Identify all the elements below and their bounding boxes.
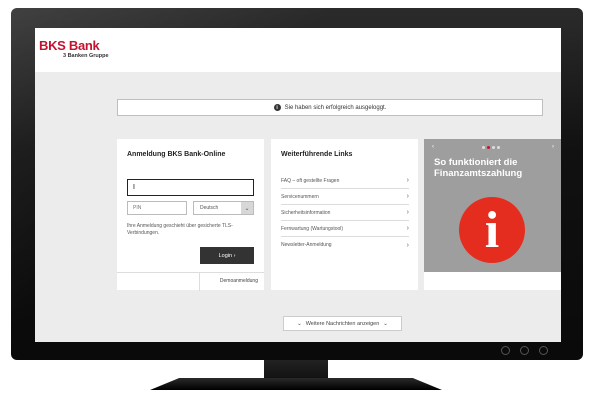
monitor-button-icon xyxy=(501,346,510,355)
link-faq[interactable]: FAQ – oft gestellte Fragen › xyxy=(281,173,409,189)
notice-text: Sie haben sich erfolgreich ausgeloggt. xyxy=(284,104,387,111)
carousel-dot[interactable] xyxy=(487,146,490,149)
chevron-right-icon: › xyxy=(406,225,409,232)
login-title: Anmeldung BKS Bank-Online xyxy=(127,151,226,158)
chevron-down-icon: ⌄ xyxy=(383,320,388,327)
promo-title: So funktioniert die Finanzamtszahlung xyxy=(434,157,523,179)
chevron-right-icon: › xyxy=(406,209,409,216)
carousel-dot[interactable] xyxy=(497,146,500,149)
links-title: Weiterführende Links xyxy=(281,151,353,158)
language-select[interactable]: Deutsch ⌄ xyxy=(193,201,254,215)
link-label: FAQ – oft gestellte Fragen xyxy=(281,177,340,184)
link-newsletter[interactable]: Newsletter-Anmeldung › xyxy=(281,237,409,253)
info-icon: i xyxy=(273,104,281,111)
monitor-controls xyxy=(501,346,548,355)
info-icon: i xyxy=(459,197,525,263)
chevron-right-icon: › xyxy=(233,252,236,259)
tls-note: Ihre Anmeldung geschieht über gesicherte… xyxy=(127,223,233,236)
logout-notice: i Sie haben sich erfolgreich ausgeloggt. xyxy=(117,99,543,116)
link-sicherheit[interactable]: Sicherheitsinformation › xyxy=(281,205,409,221)
carousel-dot[interactable] xyxy=(482,146,485,149)
monitor-stand xyxy=(150,378,442,390)
promo-carousel[interactable]: ‹ › So funktioniert die Finanzamtszahlun… xyxy=(424,139,561,290)
link-label: Sicherheitsinformation xyxy=(281,209,331,216)
links-panel: Weiterführende Links FAQ – oft gestellte… xyxy=(271,139,418,290)
link-label: Newsletter-Anmeldung xyxy=(281,242,332,248)
login-button[interactable]: Login › xyxy=(200,247,254,264)
link-label: Fernwartung (Wartungstool) xyxy=(281,225,344,232)
chevron-down-icon[interactable]: ⌄ xyxy=(241,202,253,214)
login-footer: Demoanmeldung xyxy=(117,272,264,291)
more-news-label: Weitere Nachrichten anzeigen xyxy=(305,320,380,327)
link-label: Servicenummern xyxy=(281,193,319,200)
link-servicenummern[interactable]: Servicenummern › xyxy=(281,189,409,205)
login-panel: Anmeldung BKS Bank-Online Deutsch ⌄ Ihre… xyxy=(117,139,264,291)
screen: BKS Bank 3 Banken Gruppe i Sie haben sic… xyxy=(35,28,561,342)
carousel-dot[interactable] xyxy=(492,146,495,149)
carousel-dots xyxy=(482,146,500,149)
promo-footer xyxy=(424,272,561,290)
login-button-label: Login xyxy=(218,252,233,259)
footer-divider xyxy=(199,273,200,291)
chevron-down-icon: ⌄ xyxy=(297,320,302,327)
monitor-bezel: BKS Bank 3 Banken Gruppe i Sie haben sic… xyxy=(11,8,583,360)
carousel-prev-icon[interactable]: ‹ xyxy=(432,144,434,150)
demo-login-link[interactable]: Demoanmeldung xyxy=(220,278,258,284)
power-icon xyxy=(539,346,548,355)
language-value: Deutsch xyxy=(200,205,219,211)
link-fernwartung[interactable]: Fernwartung (Wartungstool) › xyxy=(281,221,409,237)
carousel-next-icon[interactable]: › xyxy=(552,144,554,150)
pin-input[interactable] xyxy=(127,201,187,215)
chevron-right-icon: › xyxy=(406,193,409,200)
username-input[interactable] xyxy=(127,179,254,196)
site-header: BKS Bank 3 Banken Gruppe xyxy=(35,28,561,72)
logo[interactable]: BKS Bank xyxy=(39,38,100,53)
chevron-right-icon: › xyxy=(406,241,409,249)
monitor-button-icon xyxy=(520,346,529,355)
monitor-neck xyxy=(264,360,328,380)
more-news-button[interactable]: ⌄ Weitere Nachrichten anzeigen ⌄ xyxy=(283,316,402,331)
logo-tagline: 3 Banken Gruppe xyxy=(63,53,109,59)
chevron-right-icon: › xyxy=(406,177,409,184)
